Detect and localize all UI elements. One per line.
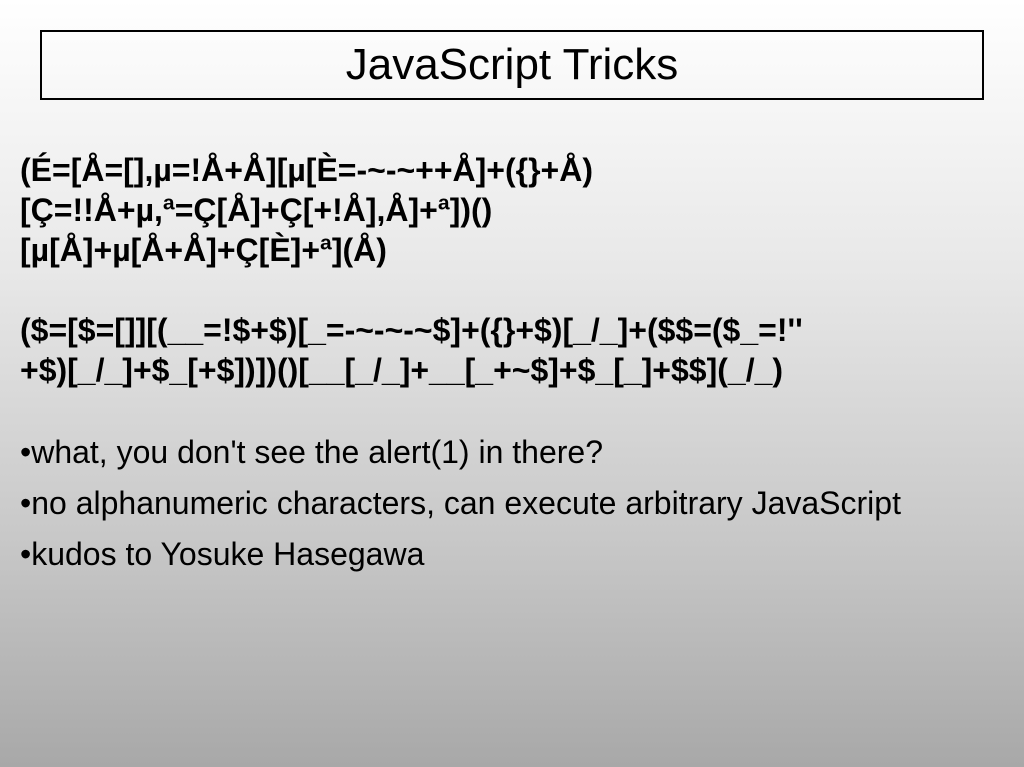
code-line: [Ç=!!Å+µ,ª=Ç[Å]+Ç[+!Å],Å]+ª])() [20, 192, 492, 228]
code-line: ($=[$=[]][(__=!$+$)[_=-~-~-~$]+({}+$)[_/… [20, 312, 803, 348]
bullet-item: •no alphanumeric characters, can execute… [20, 481, 1004, 526]
bullet-item: •what, you don't see the alert(1) in the… [20, 430, 1004, 475]
slide-title: JavaScript Tricks [62, 40, 963, 90]
code-block-1: (É=[Å=[],µ=!Å+Å][µ[È=-~-~++Å]+({}+Å) [Ç=… [20, 150, 1004, 270]
bullet-list: •what, you don't see the alert(1) in the… [20, 430, 1004, 576]
code-line: [µ[Å]+µ[Å+Å]+Ç[È]+ª](Å) [20, 232, 387, 268]
slide-title-box: JavaScript Tricks [40, 30, 985, 100]
code-line: +$)[_/_]+$_[+$])])()[__[_/_]+__[_+~$]+$_… [20, 352, 783, 388]
bullet-item: •kudos to Yosuke Hasegawa [20, 532, 1004, 577]
code-block-2: ($=[$=[]][(__=!$+$)[_=-~-~-~$]+({}+$)[_/… [20, 310, 1004, 390]
code-line: (É=[Å=[],µ=!Å+Å][µ[È=-~-~++Å]+({}+Å) [20, 152, 593, 188]
